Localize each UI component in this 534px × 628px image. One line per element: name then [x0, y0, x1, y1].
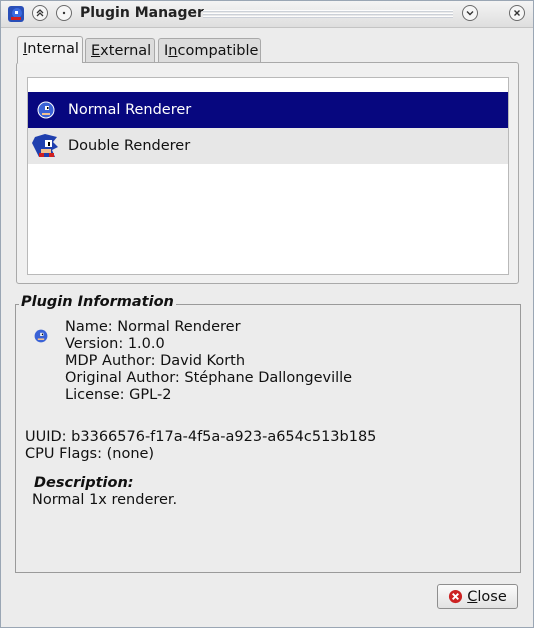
close-button-mnemonic: C — [467, 588, 478, 605]
plugin-license: License: GPL-2 — [65, 387, 172, 403]
description-text: Normal 1x renderer. — [32, 492, 178, 508]
original-author: Original Author: Stéphane Dallongeville — [65, 370, 353, 386]
close-button-label: lose — [477, 588, 507, 605]
plugin-item-label: Double Renderer — [68, 138, 191, 154]
chevron-up-icon — [36, 9, 44, 17]
sonic-icon — [37, 101, 55, 119]
tab-external-mnemonic: E — [91, 43, 101, 59]
plugin-item-double-renderer[interactable]: Double Renderer — [28, 128, 508, 164]
plugin-name: Name: Normal Renderer — [65, 319, 241, 335]
plugin-icon — [31, 131, 61, 161]
on-all-desktops-button[interactable] — [56, 5, 72, 21]
tab-external-label: xternal — [100, 43, 152, 59]
plugin-version: Version: 1.0.0 — [65, 336, 165, 352]
plugin-icon — [31, 100, 61, 120]
description-title: Description: — [34, 475, 134, 491]
close-window-button[interactable] — [509, 5, 525, 21]
tab-external[interactable]: External — [85, 38, 155, 62]
app-icon[interactable] — [7, 5, 25, 23]
tab-incompatible[interactable]: Incompatible — [158, 38, 261, 62]
mdp-author: MDP Author: David Korth — [65, 353, 246, 369]
sonic-icon — [32, 134, 58, 157]
tab-panel-internal: Normal Renderer Double Renderer — [16, 62, 519, 284]
plugin-details: Name: Normal Renderer Version: 1.0.0 MDP… — [65, 319, 352, 404]
sonic-icon — [34, 329, 48, 343]
title-bar[interactable]: Plugin Manager — [1, 1, 533, 28]
plugin-manager-window: Plugin Manager Internal External Incompa… — [0, 0, 534, 628]
plugin-uuid: UUID: b3366576-f17a-4f5a-a923-a654c513b1… — [25, 429, 377, 445]
tab-internal[interactable]: Internal — [17, 36, 83, 63]
title-bar-grip — [203, 10, 453, 18]
plugin-item-label: Normal Renderer — [68, 102, 192, 118]
plugin-technical-details: UUID: b3366576-f17a-4f5a-a923-a654c513b1… — [25, 429, 376, 463]
tab-incompatible-label: compatible — [177, 43, 259, 59]
tab-internal-label: nternal — [27, 41, 79, 57]
chevron-down-icon — [466, 11, 474, 16]
close-icon — [514, 10, 520, 16]
window-title: Plugin Manager — [80, 5, 204, 21]
dot-icon — [62, 11, 66, 15]
plugin-item-normal-renderer[interactable]: Normal Renderer — [28, 92, 508, 128]
close-button[interactable]: Close — [437, 584, 518, 609]
minimize-button[interactable] — [462, 5, 478, 21]
cpu-flags: CPU Flags: (none) — [25, 446, 155, 462]
group-title: Plugin Information — [19, 294, 176, 310]
plugin-list[interactable]: Normal Renderer Double Renderer — [27, 77, 509, 275]
close-icon — [448, 589, 463, 604]
shade-button[interactable] — [32, 5, 48, 21]
